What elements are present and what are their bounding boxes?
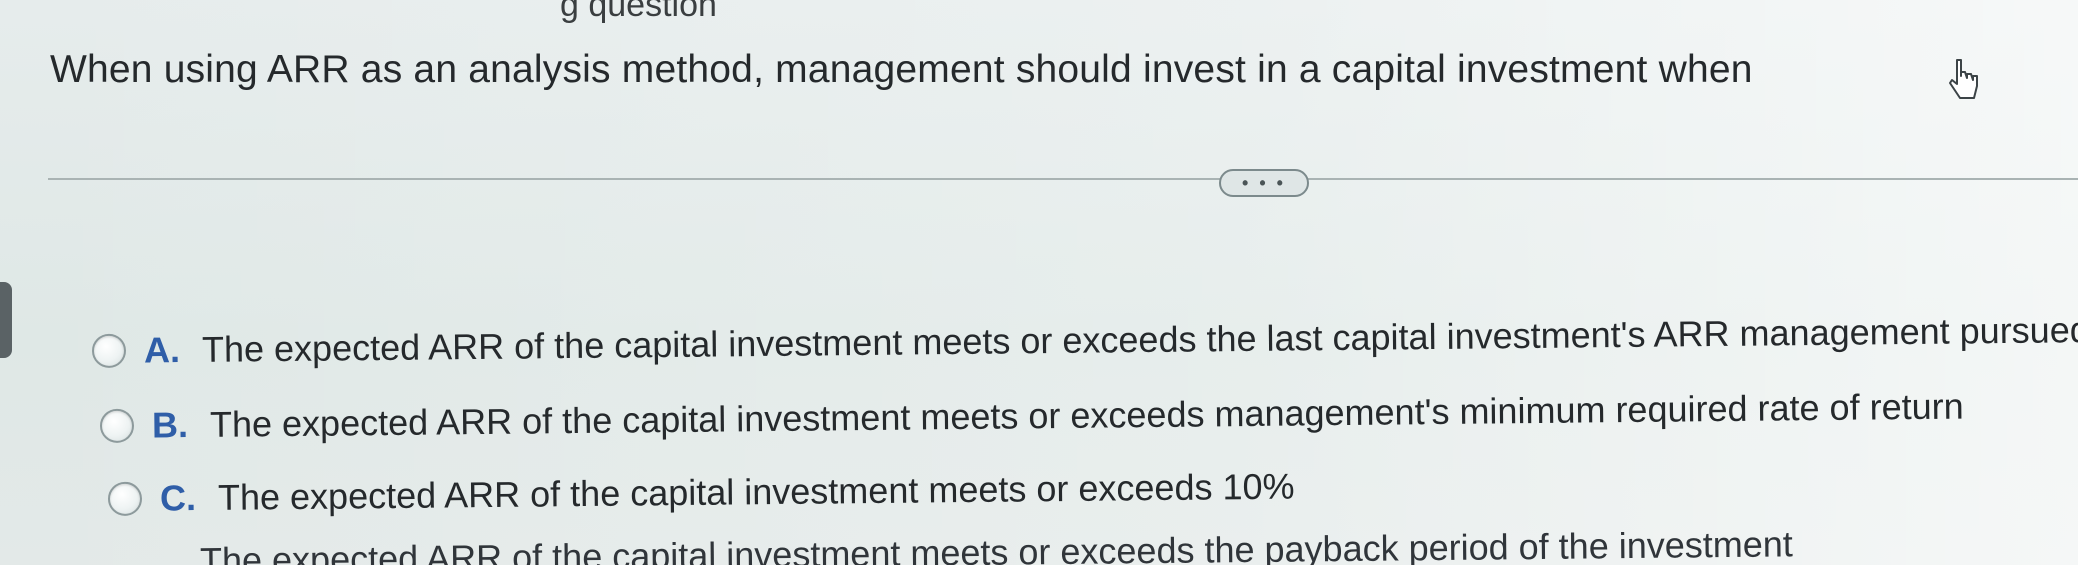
hand-pointer-icon [1949, 59, 1978, 99]
radio-button-a[interactable] [91, 333, 127, 368]
question-text: When using ARR as an analysis method, ma… [50, 48, 1753, 91]
question-header-fragment: g question [560, 0, 717, 24]
more-options-button[interactable]: • • • [1219, 169, 1309, 197]
option-text: The expected ARR of the capital investme… [217, 465, 1295, 518]
option-text: The expected ARR of the capital investme… [201, 309, 2078, 370]
radio-button-b[interactable] [99, 408, 135, 443]
answer-option-d-partial[interactable]: The expected ARR of the capital investme… [200, 523, 1793, 565]
answer-option-a[interactable]: A. The expected ARR of the capital inves… [91, 309, 2078, 372]
answer-option-c[interactable]: C. The expected ARR of the capital inves… [107, 465, 1295, 520]
option-text: The expected ARR of the capital investme… [209, 385, 1964, 445]
option-letter: A. [143, 329, 181, 371]
answer-option-b[interactable]: B. The expected ARR of the capital inves… [99, 385, 1964, 447]
option-letter: B. [151, 404, 189, 446]
screen: g question When using ARR as an analysis… [0, 0, 2078, 565]
side-panel-tab[interactable] [0, 282, 12, 358]
option-letter: C. [159, 477, 197, 519]
radio-button-c[interactable] [107, 481, 143, 516]
section-divider [48, 178, 2078, 180]
